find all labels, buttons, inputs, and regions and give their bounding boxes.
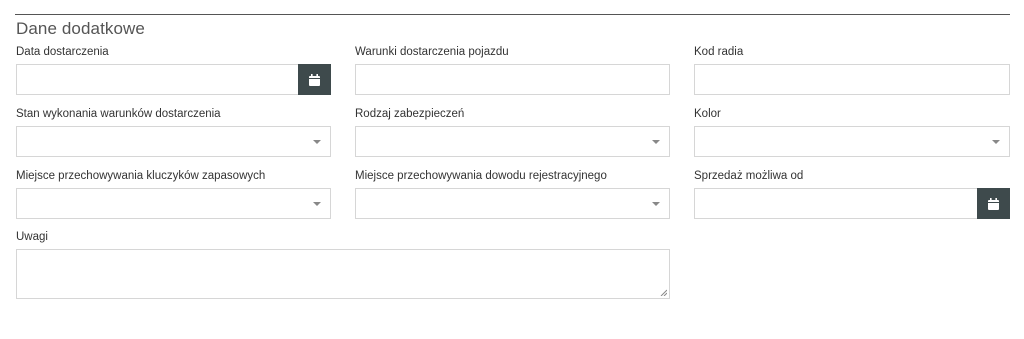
security-type-select[interactable] [355, 126, 670, 157]
radio-code-field: Kod radia [694, 46, 1010, 96]
spare-keys-location-select[interactable] [16, 188, 331, 219]
color-select[interactable] [694, 126, 1010, 157]
calendar-icon [988, 197, 999, 210]
delivery-date-field: Data dostarczenia [16, 46, 331, 96]
radio-code-input[interactable] [694, 64, 1010, 95]
radio-code-label: Kod radia [694, 46, 744, 58]
security-type-label: Rodzaj zabezpieczeń [355, 108, 465, 120]
security-type-field: Rodzaj zabezpieczeń [355, 108, 670, 158]
notes-textarea[interactable] [16, 249, 670, 299]
additional-data-panel: Dane dodatkowe Data dostarczenia Warunki… [0, 0, 1024, 339]
conditions-status-select[interactable] [16, 126, 331, 157]
sale-possible-from-label: Sprzedaż możliwa od [694, 170, 804, 182]
delivery-conditions-input[interactable] [355, 64, 670, 95]
delivery-date-label: Data dostarczenia [16, 46, 109, 58]
delivery-date-picker-button[interactable] [298, 64, 331, 95]
section-title: Dane dodatkowe [16, 19, 145, 38]
color-label: Kolor [694, 108, 721, 120]
sale-possible-from-input[interactable] [694, 188, 1010, 219]
caret-down-icon [652, 202, 660, 206]
notes-label: Uwagi [16, 231, 48, 243]
delivery-conditions-label: Warunki dostarczenia pojazdu [355, 46, 509, 58]
notes-field: Uwagi [16, 231, 670, 299]
registration-doc-location-label: Miejsce przechowywania dowodu rejestracy… [355, 170, 607, 182]
caret-down-icon [992, 140, 1000, 144]
caret-down-icon [313, 140, 321, 144]
spare-keys-location-field: Miejsce przechowywania kluczyków zapasow… [16, 170, 331, 220]
calendar-icon [309, 73, 320, 86]
resize-grip-icon[interactable] [660, 289, 667, 296]
delivery-date-input[interactable] [16, 64, 331, 95]
color-field: Kolor [694, 108, 1010, 158]
conditions-status-label: Stan wykonania warunków dostarczenia [16, 108, 221, 120]
spare-keys-location-label: Miejsce przechowywania kluczyków zapasow… [16, 170, 266, 182]
conditions-status-field: Stan wykonania warunków dostarczenia [16, 108, 331, 158]
caret-down-icon [313, 202, 321, 206]
registration-doc-location-select[interactable] [355, 188, 670, 219]
sale-possible-from-picker-button[interactable] [977, 188, 1010, 219]
caret-down-icon [652, 140, 660, 144]
delivery-conditions-field: Warunki dostarczenia pojazdu [355, 46, 670, 96]
section-divider [15, 14, 1010, 15]
sale-possible-from-field: Sprzedaż możliwa od [694, 170, 1010, 220]
registration-doc-location-field: Miejsce przechowywania dowodu rejestracy… [355, 170, 670, 220]
